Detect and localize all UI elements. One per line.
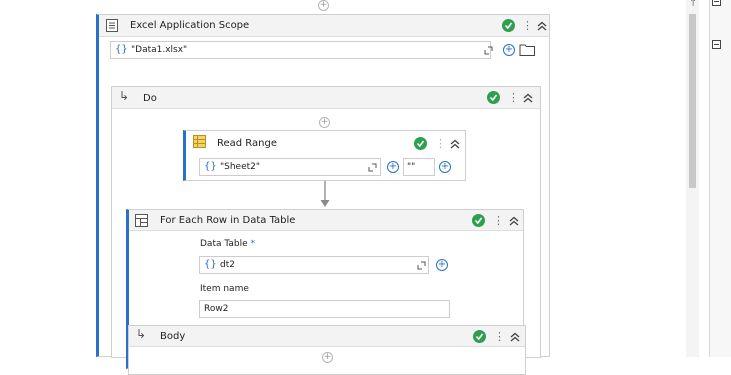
more-options-icon[interactable]: ⋮	[494, 330, 505, 343]
collapse-icon[interactable]	[449, 138, 461, 150]
add-activity-icon[interactable]: +	[322, 352, 333, 363]
item-name-value: Row2	[204, 304, 229, 314]
more-options-icon[interactable]: ⋮	[435, 137, 446, 150]
do-title: Do	[143, 93, 157, 104]
indent-arrow-icon: ↳	[136, 327, 147, 341]
sheet-name-field[interactable]: {} "Sheet2"	[199, 158, 381, 176]
body-header[interactable]: ↳ Body ⋮	[129, 326, 525, 347]
scroll-up-icon[interactable]: ↑	[689, 0, 697, 9]
data-table-label: Data Table *	[200, 239, 255, 249]
valid-check-icon	[414, 137, 427, 150]
more-options-icon[interactable]: ⋮	[493, 214, 504, 227]
collapse-icon[interactable]	[536, 20, 548, 32]
add-variable-icon[interactable]: +	[387, 161, 399, 173]
sheet-name-value: "Sheet2"	[220, 162, 261, 172]
expression-brace-icon: {}	[204, 259, 217, 270]
expand-editor-icon[interactable]	[417, 261, 426, 270]
add-activity-top-icon[interactable]: +	[318, 0, 329, 11]
expression-brace-icon: {}	[204, 161, 217, 172]
indent-arrow-icon: ↳	[119, 89, 130, 103]
more-options-icon[interactable]: ⋮	[508, 91, 519, 104]
body-title: Body	[160, 331, 186, 342]
add-variable-icon[interactable]: +	[439, 161, 451, 173]
item-name-label: Item name	[200, 284, 249, 294]
valid-check-icon	[472, 214, 485, 227]
valid-check-icon	[473, 330, 486, 343]
excel-scope-header[interactable]: Excel Application Scope ⋮	[99, 15, 549, 37]
flow-connector-arrow	[320, 181, 330, 207]
excel-application-scope: Excel Application Scope ⋮ {} "Data1.xlsx…	[96, 14, 550, 375]
range-value: ""	[407, 162, 416, 172]
do-header[interactable]: ↳ Do ⋮	[112, 87, 540, 109]
read-range-title: Read Range	[217, 138, 277, 149]
scrollbar-thumb[interactable]	[689, 14, 696, 188]
expand-editor-icon[interactable]	[368, 163, 377, 172]
item-name-field[interactable]: Row2	[199, 300, 450, 318]
body-container: ↳ Body ⋮ +	[128, 325, 526, 375]
expand-editor-icon[interactable]	[484, 46, 493, 55]
vertical-scrollbar[interactable]: ↑	[686, 0, 699, 357]
read-range-header[interactable]: Read Range ⋮	[186, 131, 465, 155]
for-each-row-activity[interactable]: For Each Row in Data Table ⋮ Data Table …	[126, 209, 526, 375]
spreadsheet-icon	[193, 135, 206, 148]
valid-check-icon	[487, 91, 500, 104]
for-each-title: For Each Row in Data Table	[160, 215, 296, 226]
do-container: ↳ Do ⋮ + Read Range ⋮ {} "Sheet2" + "" +…	[111, 86, 541, 375]
valid-check-icon	[502, 19, 515, 32]
add-variable-icon[interactable]: +	[503, 44, 515, 56]
excel-scope-icon	[106, 19, 118, 32]
for-each-table-icon	[135, 214, 148, 227]
collapse-icon[interactable]	[508, 215, 520, 227]
tree-collapse-icon[interactable]	[712, 0, 721, 6]
more-options-icon[interactable]: ⋮	[522, 19, 533, 32]
add-variable-icon[interactable]: +	[436, 259, 448, 271]
excel-scope-title: Excel Application Scope	[130, 20, 250, 31]
workbook-path-field[interactable]: {} "Data1.xlsx"	[110, 41, 493, 59]
expression-brace-icon: {}	[115, 44, 128, 55]
required-indicator: *	[250, 239, 256, 249]
collapse-icon[interactable]	[522, 92, 534, 104]
range-field[interactable]: ""	[403, 158, 435, 176]
tree-collapse-icon[interactable]	[712, 40, 721, 49]
workbook-path-value: "Data1.xlsx"	[131, 45, 188, 55]
data-table-field[interactable]: {} dt2	[199, 256, 429, 274]
read-range-activity[interactable]: Read Range ⋮ {} "Sheet2" + "" +	[183, 130, 466, 181]
collapse-icon[interactable]	[509, 331, 521, 343]
add-activity-icon[interactable]: +	[319, 117, 330, 128]
data-table-value: dt2	[220, 260, 235, 270]
for-each-header[interactable]: For Each Row in Data Table ⋮	[129, 210, 523, 231]
browse-folder-icon[interactable]	[519, 43, 536, 57]
outline-panel	[710, 0, 731, 357]
